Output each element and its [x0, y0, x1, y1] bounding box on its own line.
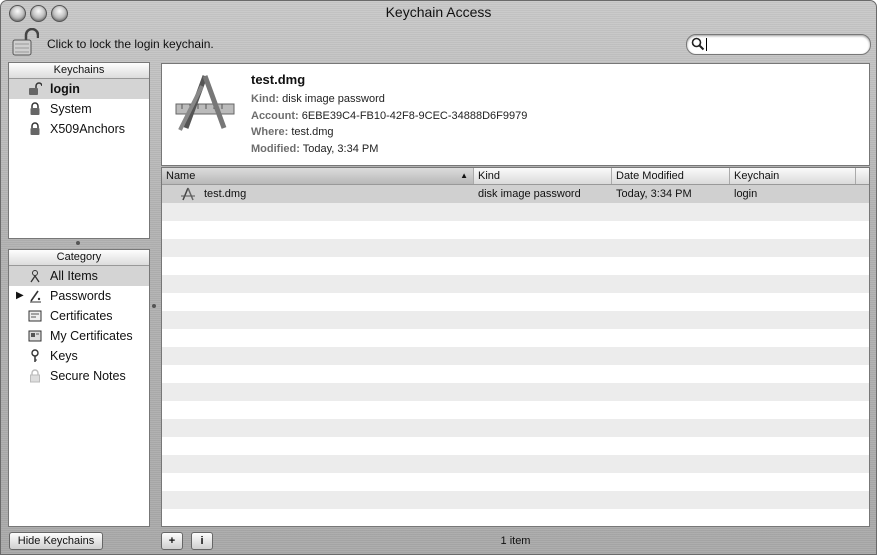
cell-name: test.dmg — [204, 188, 247, 200]
category-label: Passwords — [50, 289, 112, 303]
hide-keychains-button[interactable]: Hide Keychains — [9, 532, 103, 550]
cell-keychain: login — [734, 188, 758, 200]
modified-value: Today, 3:34 PM — [302, 143, 379, 155]
category-label: Secure Notes — [50, 369, 126, 383]
account-value: 6EBE39C4-FB10-42F8-9CEC-34888D6F9979 — [301, 110, 528, 122]
cell-date-modified: Today, 3:34 PM — [616, 188, 692, 200]
category-item-certificates[interactable]: Certificates — [9, 306, 149, 326]
text-cursor — [706, 38, 707, 51]
window-title: Keychain Access — [385, 4, 492, 20]
account-row: Account: 6EBE39C4-FB10-42F8-9CEC-34888D6… — [251, 110, 527, 122]
empty-row — [162, 491, 869, 509]
bottom-bar: Hide Keychains + i 1 item — [1, 530, 876, 554]
category-item-passwords[interactable]: ▶ Passwords — [9, 286, 149, 306]
search-field[interactable] — [686, 34, 871, 55]
keychain-access-window: Keychain Access Click to lock the login … — [0, 0, 877, 555]
empty-row — [162, 347, 869, 365]
empty-row — [162, 455, 869, 473]
item-count-status: 1 item — [500, 535, 531, 547]
search-icon — [691, 37, 705, 54]
sort-ascending-icon: ▲ — [460, 171, 468, 180]
padlock-icon — [28, 102, 42, 116]
category-pane: Category All Items ▶ Passwords Certifica… — [8, 249, 150, 527]
empty-row — [162, 401, 869, 419]
all-items-icon — [28, 269, 42, 283]
application-item-icon — [172, 72, 238, 135]
empty-row — [162, 293, 869, 311]
unlocked-padlock-icon — [28, 82, 43, 96]
where-key: Where: — [251, 126, 289, 138]
key-icon — [28, 349, 42, 363]
empty-row — [162, 221, 869, 239]
empty-row — [162, 473, 869, 491]
empty-row — [162, 275, 869, 293]
keychain-item-login[interactable]: login — [9, 79, 149, 99]
category-label: Certificates — [50, 309, 113, 323]
empty-row — [162, 311, 869, 329]
padlock-icon — [28, 122, 42, 136]
empty-row — [162, 203, 869, 221]
category-item-all-items[interactable]: All Items — [9, 266, 149, 286]
cell-kind: disk image password — [478, 188, 581, 200]
column-label: Name — [166, 170, 196, 182]
column-label: Keychain — [734, 170, 780, 182]
kind-key: Kind: — [251, 93, 280, 105]
empty-row — [162, 365, 869, 383]
kind-row: Kind: disk image password — [251, 93, 385, 105]
empty-row — [162, 509, 869, 526]
column-header-kind[interactable]: Kind — [474, 168, 612, 184]
lock-label: Click to lock the login keychain. — [47, 37, 214, 51]
keychain-label: X509Anchors — [50, 122, 126, 136]
category-item-secure-notes[interactable]: Secure Notes — [9, 366, 149, 386]
column-header-keychain[interactable]: Keychain — [730, 168, 856, 184]
where-row: Where: test.dmg — [251, 126, 334, 138]
my-certificate-icon — [28, 329, 42, 343]
empty-row — [162, 329, 869, 347]
where-value: test.dmg — [291, 126, 334, 138]
item-preview: test.dmg Kind: disk image password Accou… — [161, 63, 870, 166]
empty-row — [162, 239, 869, 257]
category-item-keys[interactable]: Keys — [9, 346, 149, 366]
key-pencil-icon — [28, 289, 42, 303]
category-label: All Items — [50, 269, 98, 283]
item-name: test.dmg — [251, 72, 306, 87]
category-item-my-certificates[interactable]: My Certificates — [9, 326, 149, 346]
account-key: Account: — [251, 110, 299, 122]
table-header: Name ▲ Kind Date Modified Keychain — [162, 168, 869, 185]
kind-value: disk image password — [282, 93, 385, 105]
keychains-header: Keychains — [9, 63, 149, 79]
keychain-item-system[interactable]: System — [9, 99, 149, 119]
pane-splitter-handle[interactable] — [76, 241, 80, 245]
column-header-name[interactable]: Name ▲ — [162, 168, 474, 184]
empty-row — [162, 383, 869, 401]
category-label: Keys — [50, 349, 78, 363]
lock-toggle[interactable]: Click to lock the login keychain. — [11, 27, 214, 61]
table-rows: test.dmg disk image password Today, 3:34… — [162, 185, 869, 526]
column-header-date-modified[interactable]: Date Modified — [612, 168, 730, 184]
empty-row — [162, 257, 869, 275]
keychains-pane: Keychains login System X509Anchors — [8, 62, 150, 239]
table-row[interactable]: test.dmg disk image password Today, 3:34… — [162, 185, 869, 203]
keychain-item-x509anchors[interactable]: X509Anchors — [9, 119, 149, 139]
column-label: Date Modified — [616, 170, 684, 182]
category-label: My Certificates — [50, 329, 133, 343]
keychain-label: System — [50, 102, 92, 116]
empty-row — [162, 419, 869, 437]
keychain-label: login — [50, 82, 80, 96]
title-bar: Keychain Access — [1, 1, 876, 25]
category-header: Category — [9, 250, 149, 266]
unlocked-padlock-icon[interactable] — [11, 27, 40, 61]
items-table: Name ▲ Kind Date Modified Keychain test.… — [161, 167, 870, 527]
note-icon — [28, 369, 42, 383]
column-label: Kind — [478, 170, 501, 182]
modified-key: Modified: — [251, 143, 300, 155]
modified-row: Modified: Today, 3:34 PM — [251, 143, 378, 155]
certificate-icon — [28, 309, 42, 323]
sidebar-splitter-handle[interactable] — [152, 304, 156, 308]
disclosure-triangle-icon[interactable]: ▶ — [16, 286, 24, 306]
empty-row — [162, 437, 869, 455]
